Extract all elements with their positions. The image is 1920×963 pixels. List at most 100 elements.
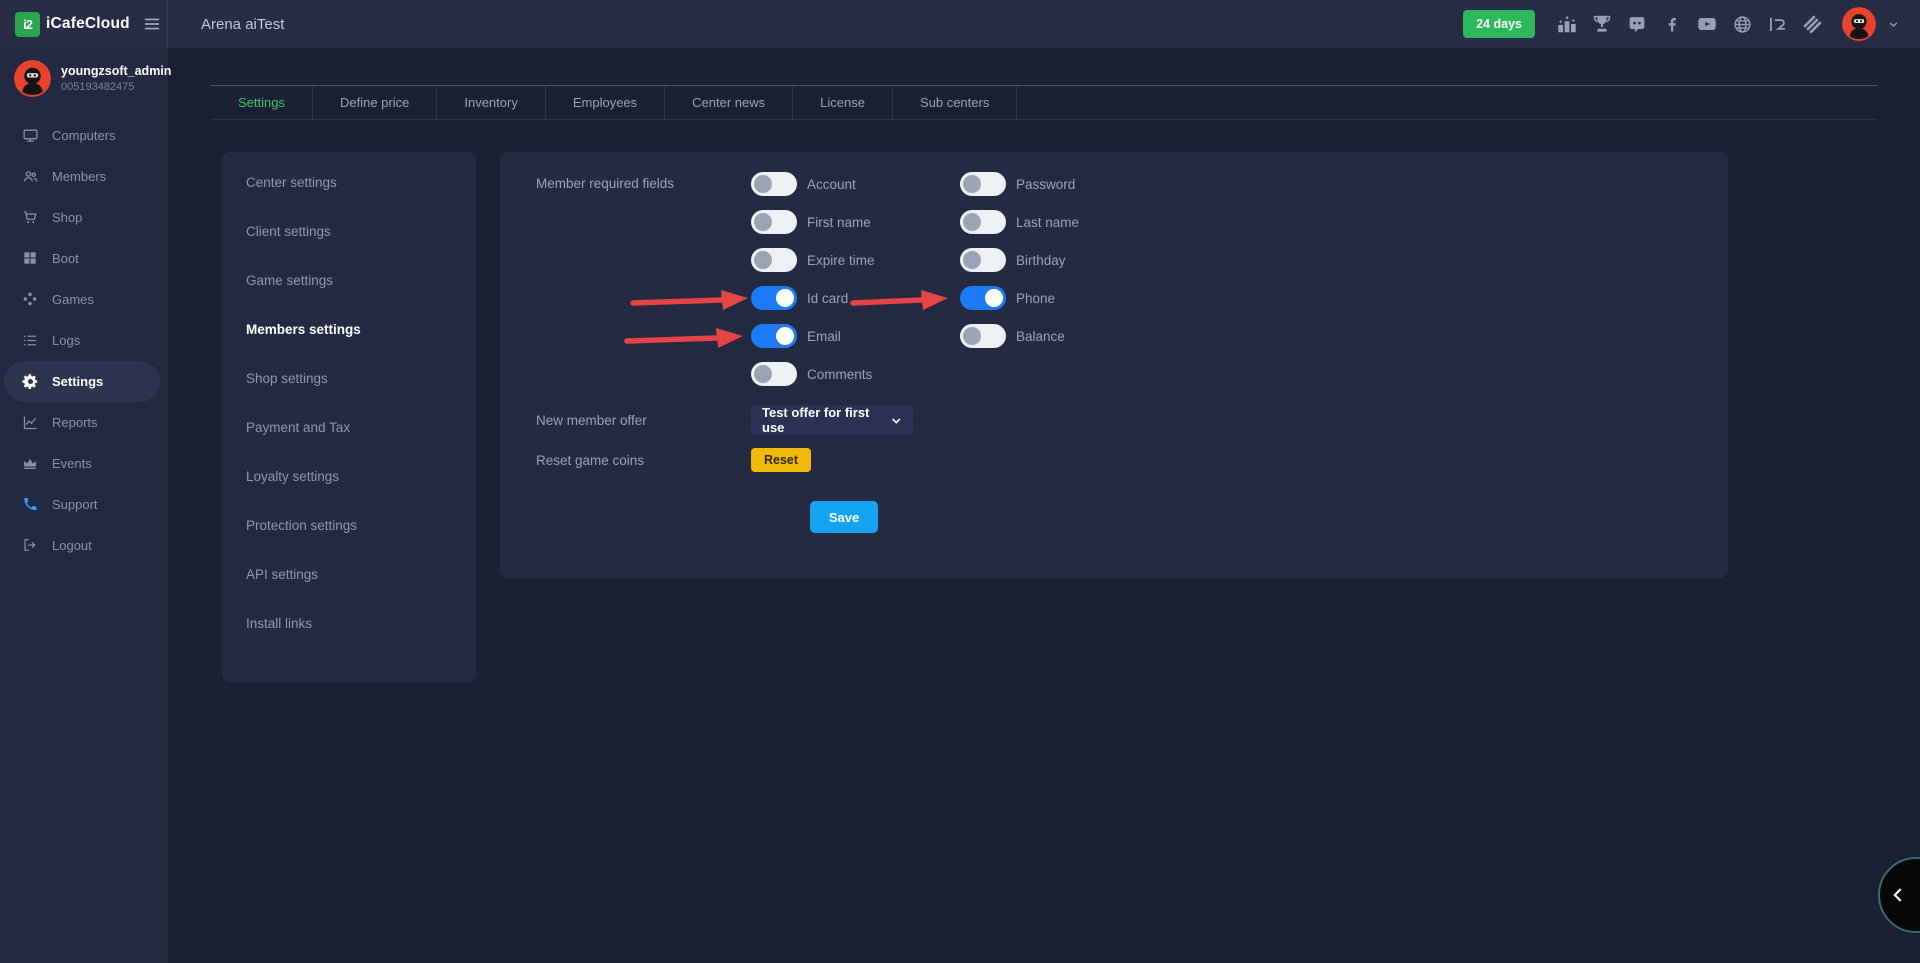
expire-time-toggle[interactable] <box>751 248 797 272</box>
toggle-row-last-name: Last name <box>960 210 1079 234</box>
chevron-down-icon[interactable] <box>1887 18 1900 31</box>
sidebar-item-label: Computers <box>52 128 116 143</box>
sidebar-item-events[interactable]: Events <box>0 443 168 484</box>
toggle-label: Balance <box>1016 329 1065 344</box>
submenu-label: Game settings <box>246 273 333 288</box>
tab-label: Sub centers <box>920 95 989 110</box>
events-icon <box>22 455 39 472</box>
required-fields-column-2: Password Last name Birthday <box>960 172 1079 386</box>
topbar-right: 24 days <box>1463 7 1920 41</box>
brand-area: i2 iCafeCloud <box>0 0 168 48</box>
toggle-label: Email <box>807 329 841 344</box>
brand-name: iCafeCloud <box>46 15 130 33</box>
sidebar-item-label: Logs <box>52 333 80 348</box>
select-chevron-down-icon <box>890 414 903 427</box>
id-card-toggle[interactable] <box>751 286 797 310</box>
toggle-label: Expire time <box>807 253 875 268</box>
sidebar-item-members[interactable]: Members <box>0 156 168 197</box>
toggle-label: Id card <box>807 291 848 306</box>
logout-icon <box>22 537 39 554</box>
sidebar-item-logout[interactable]: Logout <box>0 525 168 566</box>
first-name-toggle[interactable] <box>751 210 797 234</box>
tab-settings[interactable]: Settings <box>211 86 313 119</box>
sidebar-item-label: Events <box>52 456 92 471</box>
toggle-row-birthday: Birthday <box>960 248 1079 272</box>
save-button[interactable]: Save <box>810 501 878 533</box>
submenu-api-settings[interactable]: API settings <box>222 550 476 599</box>
youtube-icon[interactable] <box>1694 11 1720 37</box>
birthday-toggle[interactable] <box>960 248 1006 272</box>
toggle-row-id-card: Id card <box>751 286 960 310</box>
user-avatar[interactable] <box>1842 7 1876 41</box>
new-member-offer-label: New member offer <box>536 413 751 428</box>
password-toggle[interactable] <box>960 172 1006 196</box>
submenu-members-settings[interactable]: Members settings <box>222 305 476 354</box>
toggle-row-email: Email <box>751 324 960 348</box>
sidebar-item-computers[interactable]: Computers <box>0 115 168 156</box>
submenu-client-settings[interactable]: Client settings <box>222 207 476 256</box>
sidebar-item-label: Shop <box>52 210 82 225</box>
discord-icon[interactable] <box>1624 11 1650 37</box>
sidebar-item-reports[interactable]: Reports <box>0 402 168 443</box>
trophy-icon[interactable] <box>1589 11 1615 37</box>
submenu-loyalty-settings[interactable]: Loyalty settings <box>222 452 476 501</box>
tab-inventory[interactable]: Inventory <box>437 86 545 119</box>
submenu-shop-settings[interactable]: Shop settings <box>222 354 476 403</box>
sidebar-nav: Computers Members Shop Boot Games <box>0 115 168 566</box>
submenu-game-settings[interactable]: Game settings <box>222 256 476 305</box>
submenu-install-links[interactable]: Install links <box>222 599 476 648</box>
facebook-icon[interactable] <box>1659 11 1685 37</box>
icafecloud-logo-icon: i2 <box>15 12 40 37</box>
ranking-icon[interactable] <box>1554 11 1580 37</box>
reports-icon <box>22 414 39 431</box>
sidebar-item-games[interactable]: Games <box>0 279 168 320</box>
logs-icon <box>22 332 39 349</box>
tab-define-price[interactable]: Define price <box>313 86 437 119</box>
tab-license[interactable]: License <box>793 86 893 119</box>
submenu-label: Shop settings <box>246 371 328 386</box>
boot-icon <box>22 250 39 267</box>
shop-icon <box>22 209 39 226</box>
layers-logo-icon[interactable] <box>1799 11 1825 37</box>
submenu-protection-settings[interactable]: Protection settings <box>222 501 476 550</box>
email-toggle[interactable] <box>751 324 797 348</box>
tab-employees[interactable]: Employees <box>546 86 665 119</box>
toggle-label: Phone <box>1016 291 1055 306</box>
sidebar-item-boot[interactable]: Boot <box>0 238 168 279</box>
sidebar-item-label: Members <box>52 169 106 184</box>
account-toggle[interactable] <box>751 172 797 196</box>
sidebar-item-settings[interactable]: Settings <box>4 361 160 402</box>
collapse-panel-button[interactable] <box>1878 857 1920 933</box>
tab-sub-centers[interactable]: Sub centers <box>893 86 1017 119</box>
tab-label: Employees <box>573 95 637 110</box>
license-days-badge[interactable]: 24 days <box>1463 10 1535 38</box>
balance-toggle[interactable] <box>960 324 1006 348</box>
submenu-payment-and-tax[interactable]: Payment and Tax <box>222 403 476 452</box>
phone-toggle[interactable] <box>960 286 1006 310</box>
games-icon <box>22 291 39 308</box>
last-name-toggle[interactable] <box>960 210 1006 234</box>
icafecloud-mark-icon[interactable] <box>1764 11 1790 37</box>
user-id: 005193482475 <box>61 81 171 93</box>
hamburger-menu-icon[interactable] <box>142 14 162 34</box>
globe-icon[interactable] <box>1729 11 1755 37</box>
toggle-row-account: Account <box>751 172 960 196</box>
chevron-left-icon <box>1889 885 1909 905</box>
toggle-row-first-name: First name <box>751 210 960 234</box>
members-settings-card: Member required fields Account First nam… <box>500 152 1728 578</box>
submenu-center-settings[interactable]: Center settings <box>222 158 476 207</box>
toggle-row-comments: Comments <box>751 362 960 386</box>
toggle-label: Last name <box>1016 215 1079 230</box>
comments-toggle[interactable] <box>751 362 797 386</box>
new-member-offer-select[interactable]: Test offer for first use <box>751 405 913 435</box>
topbar: i2 iCafeCloud Arena aiTest 24 days <box>0 0 1920 48</box>
user-name: youngzsoft_admin <box>61 64 171 78</box>
sidebar-user-avatar <box>14 60 51 97</box>
user-block[interactable]: youngzsoft_admin 005193482475 <box>0 48 168 107</box>
sidebar-item-shop[interactable]: Shop <box>0 197 168 238</box>
tab-center-news[interactable]: Center news <box>665 86 793 119</box>
reset-button[interactable]: Reset <box>751 448 811 472</box>
sidebar-item-label: Settings <box>52 374 103 389</box>
sidebar-item-logs[interactable]: Logs <box>0 320 168 361</box>
sidebar-item-support[interactable]: Support <box>0 484 168 525</box>
